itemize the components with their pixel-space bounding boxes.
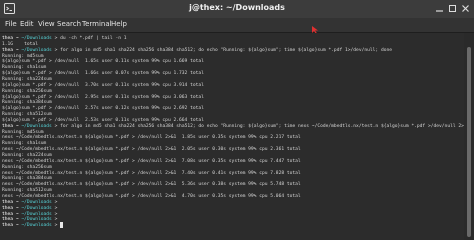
scrollbar[interactable] — [464, 33, 474, 240]
minimize-icon — [436, 10, 443, 12]
title-bar: j@thex: ~/Downloads — [0, 0, 474, 18]
prompt-line: thea ~ ~/Downloads > for algo in md5 sha… — [2, 47, 392, 54]
prompt-line: thea ~ ~/Downloads > for algo in md5 sha… — [2, 123, 464, 130]
command-text: for algo in md5 sha1 sha224 sha256 sha38… — [60, 123, 464, 129]
maximize-icon — [449, 5, 456, 12]
prompt-user: thea ~ — [2, 223, 22, 229]
menu-search[interactable]: Search — [57, 20, 81, 28]
minimize-button[interactable] — [434, 3, 445, 14]
close-icon — [462, 5, 469, 12]
menu-edit[interactable]: Edit — [20, 20, 34, 28]
maximize-button[interactable] — [447, 3, 458, 14]
menu-view[interactable]: View — [38, 20, 55, 28]
prompt-separator: > — [51, 123, 61, 129]
prompt-path: ~/Downloads — [21, 223, 52, 229]
menu-file[interactable]: File — [5, 20, 17, 28]
scrollbar-thumb[interactable] — [467, 47, 471, 237]
prompt-line: thea ~ ~/Downloads > — [2, 222, 64, 229]
prompt-separator: > — [51, 36, 61, 41]
menu-help[interactable]: Help — [111, 20, 127, 28]
output-line: nexs ~/Code/mbedtls.nx/test.n ${algo}sum… — [2, 135, 301, 141]
menu-bar: File Edit View Search Terminal Help — [0, 18, 474, 33]
prompt-separator: > — [51, 47, 61, 53]
command-text: du -ch *.pdf | tail -n 1 — [60, 36, 127, 41]
menu-terminal[interactable]: Terminal — [82, 20, 112, 28]
window-title: j@thex: ~/Downloads — [189, 3, 285, 12]
prompt-separator: > — [51, 223, 61, 229]
command-text: for algo in md5 sha1 sha224 sha256 sha38… — [60, 47, 393, 53]
close-button[interactable] — [460, 3, 471, 14]
terminal-output[interactable]: thea ~ ~/Downloads > du -ch *.pdf | tail… — [0, 33, 464, 240]
text-cursor — [60, 222, 64, 229]
